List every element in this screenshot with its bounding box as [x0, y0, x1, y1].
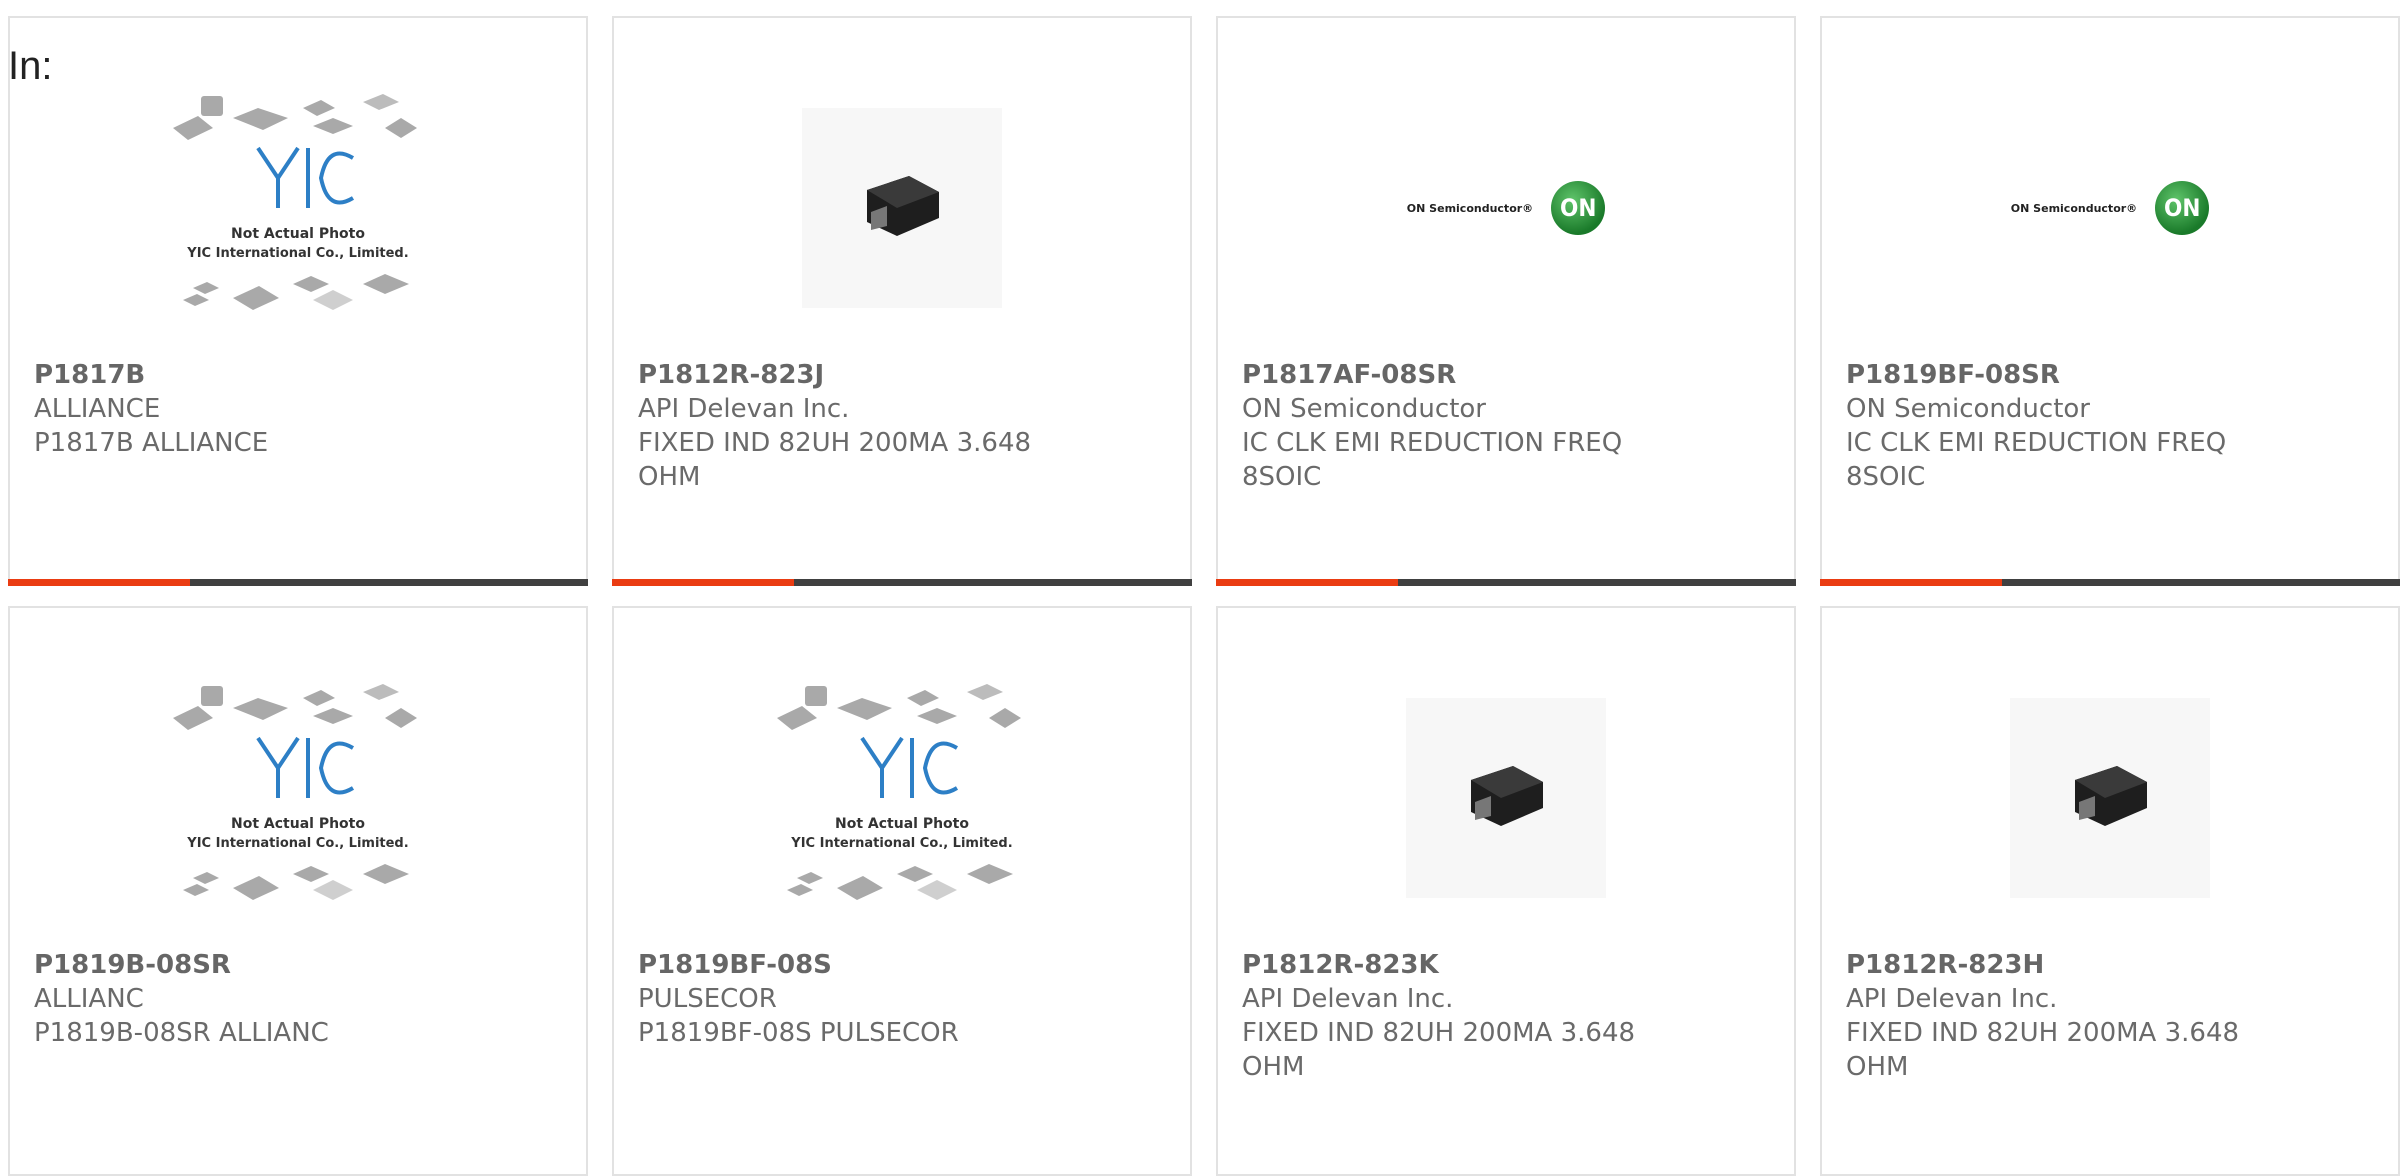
card-accent-bar: [612, 579, 794, 586]
product-info: P1819BF-08S PULSECOR P1819BF-08S PULSECO…: [638, 948, 1166, 1050]
product-manufacturer: ALLIANCE: [34, 394, 161, 424]
product-card[interactable]: ON Semiconductor® ON P1819BF-08SR ON Sem…: [1820, 16, 2400, 586]
product-image[interactable]: Not Actual Photo YIC International Co., …: [153, 88, 443, 328]
placeholder-line1: Not Actual Photo: [231, 816, 365, 832]
card-bottom-bar: [8, 579, 588, 586]
product-description: FIXED IND 82UH 200MA 3.648 OHM: [1242, 1018, 1636, 1082]
product-image[interactable]: ON Semiconductor® ON: [1361, 88, 1651, 328]
card-bottom-bar: [1820, 579, 2400, 586]
placeholder-line2: YIC International Co., Limited.: [790, 836, 1012, 851]
product-card[interactable]: P1812R-823K API Delevan Inc. FIXED IND 8…: [1216, 606, 1796, 1176]
inductor-icon: [2075, 766, 2147, 826]
placeholder-line2: YIC International Co., Limited.: [186, 246, 408, 261]
product-part-number[interactable]: P1819B-08SR: [34, 948, 562, 982]
product-part-number[interactable]: P1819BF-08S: [638, 948, 1166, 982]
product-description: FIXED IND 82UH 200MA 3.648 OHM: [1846, 1018, 2240, 1082]
product-image[interactable]: ON Semiconductor® ON: [1965, 88, 2255, 328]
product-card[interactable]: Not Actual Photo YIC International Co., …: [612, 606, 1192, 1176]
onsemi-logo: ON Semiconductor® ON: [2010, 181, 2210, 235]
product-manufacturer: ALLIANC: [34, 984, 144, 1014]
product-description: IC CLK EMI REDUCTION FREQ 8SOIC: [1242, 428, 1623, 492]
product-description: IC CLK EMI REDUCTION FREQ 8SOIC: [1846, 428, 2227, 492]
product-info: P1819BF-08SR ON Semiconductor IC CLK EMI…: [1846, 358, 2374, 494]
product-part-number[interactable]: P1812R-823K: [1242, 948, 1770, 982]
product-info: P1817AF-08SR ON Semiconductor IC CLK EMI…: [1242, 358, 1770, 494]
onsemi-logo: ON Semiconductor® ON: [1406, 181, 1606, 235]
placeholder-line1: Not Actual Photo: [835, 816, 969, 832]
product-image[interactable]: Not Actual Photo YIC International Co., …: [153, 678, 443, 918]
product-info: P1819B-08SR ALLIANC P1819B-08SR ALLIANC: [34, 948, 562, 1050]
product-card[interactable]: P1812R-823H API Delevan Inc. FIXED IND 8…: [1820, 606, 2400, 1176]
inductor-photo: [2010, 698, 2210, 898]
placeholder-line1: Not Actual Photo: [231, 226, 365, 242]
product-manufacturer: ON Semiconductor: [1242, 394, 1486, 424]
product-description: P1819BF-08S PULSECOR: [638, 1018, 959, 1048]
product-image[interactable]: [1361, 678, 1651, 918]
product-card[interactable]: Not Actual Photo YIC International Co., …: [8, 16, 588, 586]
inductor-icon: [1471, 766, 1543, 826]
chip-collage-icon: Not Actual Photo YIC International Co., …: [173, 94, 417, 310]
product-info: P1812R-823H API Delevan Inc. FIXED IND 8…: [1846, 948, 2374, 1084]
product-card[interactable]: Not Actual Photo YIC International Co., …: [8, 606, 588, 1176]
onsemi-badge-icon: ON: [2155, 181, 2210, 235]
product-info: P1812R-823J API Delevan Inc. FIXED IND 8…: [638, 358, 1166, 494]
product-description: P1817B ALLIANCE: [34, 428, 269, 458]
product-image[interactable]: [757, 88, 1047, 328]
product-description: P1819B-08SR ALLIANC: [34, 1018, 329, 1048]
in-label: In:: [8, 44, 53, 88]
product-part-number[interactable]: P1812R-823H: [1846, 948, 2374, 982]
product-card[interactable]: P1812R-823J API Delevan Inc. FIXED IND 8…: [612, 16, 1192, 586]
product-description: FIXED IND 82UH 200MA 3.648 OHM: [638, 428, 1032, 492]
product-part-number[interactable]: P1817B: [34, 358, 562, 392]
product-grid: Not Actual Photo YIC International Co., …: [0, 0, 2400, 1176]
product-manufacturer: API Delevan Inc.: [1242, 984, 1454, 1014]
inductor-photo: [1406, 698, 1606, 898]
product-manufacturer: ON Semiconductor: [1846, 394, 2090, 424]
product-image[interactable]: Not Actual Photo YIC International Co., …: [757, 678, 1047, 918]
product-part-number[interactable]: P1819BF-08SR: [1846, 358, 2374, 392]
onsemi-badge-icon: ON: [1551, 181, 1606, 235]
chip-collage-icon: Not Actual Photo YIC International Co., …: [173, 684, 417, 900]
card-accent-bar: [8, 579, 190, 586]
onsemi-wordmark: ON Semiconductor®: [2010, 201, 2138, 215]
card-accent-bar: [1216, 579, 1398, 586]
card-accent-bar: [1820, 579, 2002, 586]
product-info: P1812R-823K API Delevan Inc. FIXED IND 8…: [1242, 948, 1770, 1084]
product-manufacturer: API Delevan Inc.: [1846, 984, 2058, 1014]
chip-collage-icon: Not Actual Photo YIC International Co., …: [777, 684, 1021, 900]
product-info: P1817B ALLIANCE P1817B ALLIANCE: [34, 358, 562, 460]
product-image[interactable]: [1965, 678, 2255, 918]
onsemi-wordmark: ON Semiconductor®: [1406, 201, 1534, 215]
placeholder-line2: YIC International Co., Limited.: [186, 836, 408, 851]
product-part-number[interactable]: P1812R-823J: [638, 358, 1166, 392]
inductor-icon: [867, 176, 939, 236]
product-card[interactable]: ON Semiconductor® ON P1817AF-08SR ON Sem…: [1216, 16, 1796, 586]
product-manufacturer: API Delevan Inc.: [638, 394, 850, 424]
product-manufacturer: PULSECOR: [638, 984, 777, 1014]
card-bottom-bar: [1216, 579, 1796, 586]
card-bottom-bar: [612, 579, 1192, 586]
product-part-number[interactable]: P1817AF-08SR: [1242, 358, 1770, 392]
inductor-photo: [802, 108, 1002, 308]
